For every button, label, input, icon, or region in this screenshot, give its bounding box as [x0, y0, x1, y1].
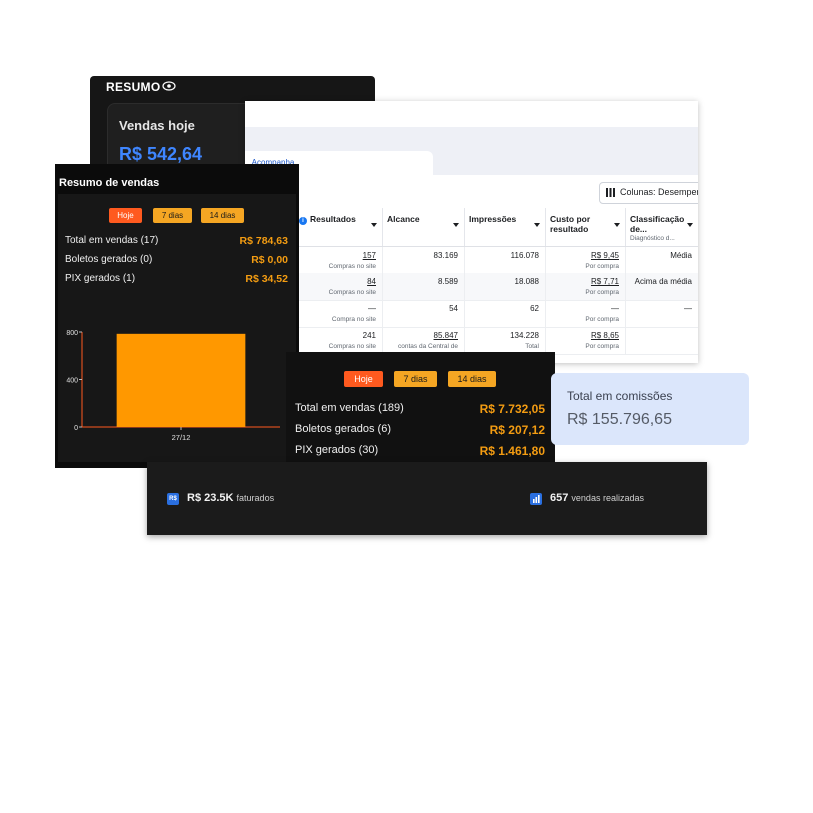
x-tick-label: 27/12	[172, 433, 191, 442]
pix-label: PIX gerados (1)	[65, 273, 136, 284]
boletos-label: Boletos gerados (6)	[295, 423, 391, 435]
table-row[interactable]: 241 Compras no site 85.847 contas da Centr…	[295, 327, 698, 355]
caret-down-icon	[534, 223, 540, 227]
total-vendas-value: R$ 784,63	[239, 235, 288, 247]
caret-down-icon	[453, 223, 459, 227]
pill-hoje[interactable]: Hoje	[109, 208, 142, 223]
vendas-stat: 657 vendas realizadas	[550, 492, 644, 504]
y-tick-label: 0	[74, 425, 78, 432]
ads-topbar	[245, 101, 698, 128]
sales-bar-chart: 0 400 800 27/12	[66, 330, 280, 442]
info-icon[interactable]: i	[299, 217, 307, 225]
pill-7-dias[interactable]: 7 dias	[394, 371, 437, 387]
vendas-hoje-label: Vendas hoje	[119, 118, 195, 133]
table-row[interactable]: 84 Compras no site 8.589 18.088 R$ 7,71 Po…	[295, 273, 698, 301]
caret-down-icon	[687, 223, 693, 227]
resumo-vendas-2-card: Hoje 7 dias 14 dias Total em vendas (189…	[286, 352, 555, 462]
resumo-vendas-body: Hoje 7 dias 14 dias Total em vendas (17)…	[58, 194, 296, 462]
columns-label: Colunas: Desempenh	[620, 187, 698, 197]
comissoes-label: Total em comissões	[567, 389, 673, 403]
header-custo[interactable]: Custo por resultado	[546, 208, 626, 246]
faturado-stat: R$ 23.5K faturados	[187, 492, 275, 504]
pix-label: PIX gerados (30)	[295, 444, 379, 456]
resumo-vendas-card: Resumo de vendas Hoje 7 dias 14 dias Tot…	[55, 164, 299, 468]
total-vendas-label: Total em vendas (17)	[65, 235, 159, 246]
chart-icon	[530, 493, 542, 505]
columns-icon	[606, 188, 615, 197]
header-resultados[interactable]: i Resultados	[295, 208, 383, 246]
table-row[interactable]: — Compra no site 54 62 — Por compra —	[295, 300, 698, 328]
pix-value: R$ 34,52	[245, 273, 288, 285]
currency-icon: R$	[167, 493, 179, 505]
comissoes-value: R$ 155.796,65	[567, 411, 672, 428]
resumo-title: RESUMO	[106, 80, 161, 94]
total-vendas-label: Total em vendas (189)	[295, 402, 404, 414]
ads-manager-panel: ...Acompanha Colunas: Desempenh i Resulta…	[245, 101, 698, 363]
y-tick-label: 800	[66, 330, 78, 337]
eye-icon[interactable]	[162, 80, 176, 92]
pill-14-dias[interactable]: 14 dias	[201, 208, 244, 223]
pix-value: R$ 1.461,80	[479, 444, 545, 458]
boletos-label: Boletos gerados (0)	[65, 254, 153, 265]
ads-table-header: i Resultados Alcance Impressões Custo por…	[295, 208, 698, 247]
stats-bar: R$ R$ 23.5K faturados 657 vendas realiza…	[147, 462, 707, 535]
table-row[interactable]: 157 Compras no site 83.169 116.078 R$ 9,4…	[295, 247, 698, 275]
comissoes-card: Total em comissões R$ 155.796,65	[551, 373, 749, 445]
columns-button[interactable]: Colunas: Desempenh	[599, 182, 698, 204]
caret-down-icon	[614, 223, 620, 227]
header-alcance[interactable]: Alcance	[383, 208, 465, 246]
caret-down-icon	[371, 223, 377, 227]
total-vendas-value: R$ 7.732,05	[479, 402, 545, 416]
y-tick-label: 400	[66, 378, 78, 385]
pill-14-dias[interactable]: 14 dias	[448, 371, 496, 387]
pill-hoje[interactable]: Hoje	[344, 371, 383, 387]
boletos-value: R$ 207,12	[489, 423, 545, 437]
vendas-hoje-value: R$ 542,64	[119, 144, 203, 164]
bar-27-12	[116, 333, 246, 427]
boletos-value: R$ 0,00	[251, 254, 288, 266]
resumo-vendas-title: Resumo de vendas	[59, 177, 160, 189]
header-impressoes[interactable]: Impressões	[465, 208, 546, 246]
header-classificacao[interactable]: Classificação de... Diagnóstico d...	[626, 208, 698, 246]
pill-7-dias[interactable]: 7 dias	[153, 208, 192, 223]
